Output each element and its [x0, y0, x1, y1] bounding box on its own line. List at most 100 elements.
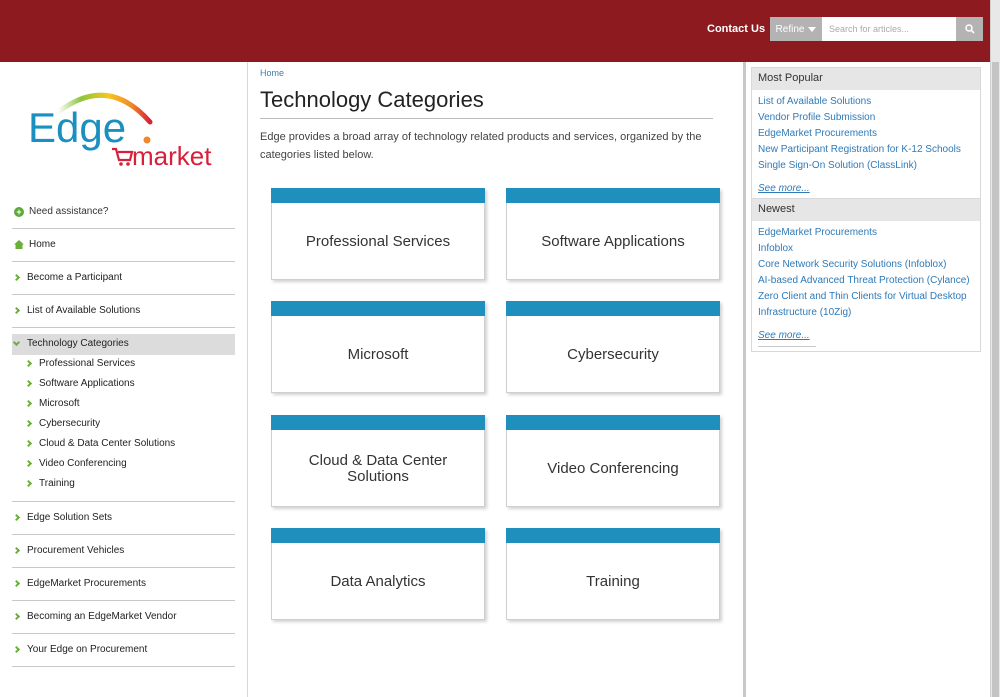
refine-dropdown-button[interactable]: Refine: [770, 17, 822, 41]
svg-text:Edge: Edge: [28, 104, 126, 151]
nav-divider: [12, 666, 235, 667]
chevron-right-icon: [24, 419, 33, 428]
list-item: EdgeMarket Procurements: [758, 126, 974, 142]
list-item: Single Sign-On Solution (ClassLink): [758, 158, 974, 174]
newest-heading: Newest: [752, 199, 980, 221]
tile-label: Cloud & Data Center Solutions: [308, 451, 448, 485]
tile-header-band: [271, 188, 485, 203]
sidebar-item-label: Edge Solution Sets: [27, 512, 113, 523]
caret-down-icon: [808, 26, 817, 32]
tile-header-band: [271, 415, 485, 430]
chevron-right-icon: [24, 479, 33, 488]
sidebar-item-technology-categories[interactable]: Technology Categories: [12, 338, 129, 349]
sidebar-subitem-label: Cloud & Data Center Solutions: [39, 438, 176, 449]
sidebar-item-label: Technology Categories: [27, 338, 129, 349]
nav-divider: [12, 567, 235, 568]
newest-see-more-link[interactable]: See more...: [758, 330, 816, 347]
sidebar-item-becoming-vendor[interactable]: Becoming an EdgeMarket Vendor: [12, 611, 177, 622]
app-window: Contact Us Refine Search for articles...…: [0, 0, 1000, 697]
sidebar-item-become-participant[interactable]: Become a Participant: [12, 272, 123, 283]
list-item: Infoblox: [758, 241, 974, 257]
sidebar-item-label: Become a Participant: [27, 272, 123, 283]
tile-header-band: [271, 528, 485, 543]
category-tile-cybersecurity[interactable]: Cybersecurity: [506, 301, 720, 393]
sidebar-item-procurement-vehicles[interactable]: Procurement Vehicles: [12, 545, 125, 556]
chevron-right-icon: [12, 645, 21, 654]
sidebar-subitem-cloud-data-center[interactable]: Cloud & Data Center Solutions: [24, 438, 176, 449]
newest-link[interactable]: Zero Client and Thin Clients for Virtual…: [758, 291, 967, 318]
sidebar-subitem-video-conferencing[interactable]: Video Conferencing: [24, 458, 127, 469]
nav-divider: [12, 600, 235, 601]
page-scrollbar[interactable]: [990, 0, 1000, 697]
list-item: EdgeMarket Procurements: [758, 225, 974, 241]
sidebar-subitem-training[interactable]: Training: [24, 478, 75, 489]
newest-link[interactable]: Infoblox: [758, 243, 793, 254]
list-item: AI-based Advanced Threat Protection (Cyl…: [758, 273, 974, 289]
chevron-right-icon: [24, 399, 33, 408]
newest-link[interactable]: Core Network Security Solutions (Infoblo…: [758, 259, 946, 270]
top-header-bar: Contact Us Refine: [0, 0, 990, 62]
sidebar-subitem-software-applications[interactable]: Software Applications: [24, 378, 135, 389]
sidebar-subitem-professional-services[interactable]: Professional Services: [24, 358, 136, 369]
nav-divider: [12, 294, 235, 295]
home-icon: [14, 240, 24, 249]
list-item: Zero Client and Thin Clients for Virtual…: [758, 289, 974, 321]
search-icon: [964, 24, 975, 34]
sidebar-item-edgemarket-procurements[interactable]: EdgeMarket Procurements: [12, 578, 146, 589]
list-item: New Participant Registration for K-12 Sc…: [758, 142, 974, 158]
most-popular-panel: Most Popular List of Available Solutions…: [751, 67, 981, 205]
popular-link[interactable]: Single Sign-On Solution (ClassLink): [758, 160, 917, 171]
sidebar-subitem-label: Professional Services: [39, 358, 136, 369]
sidebar-item-your-edge-procurement[interactable]: Your Edge on Procurement: [12, 644, 148, 655]
intro-text: Edge provides a broad array of technolog…: [260, 131, 702, 161]
need-assistance-link[interactable]: + Need assistance?: [14, 206, 109, 217]
nav-divider: [12, 534, 235, 535]
category-tile-data-analytics[interactable]: Data Analytics: [271, 528, 485, 620]
category-tile-video-conferencing[interactable]: Video Conferencing: [506, 415, 720, 507]
newest-link[interactable]: AI-based Advanced Threat Protection (Cyl…: [758, 275, 970, 286]
sidebar-item-home[interactable]: Home: [14, 239, 56, 250]
search-input[interactable]: [822, 17, 956, 41]
sidebar-item-edge-solution-sets[interactable]: Edge Solution Sets: [12, 512, 113, 523]
tile-label: Data Analytics: [330, 572, 426, 590]
category-tile-training[interactable]: Training: [506, 528, 720, 620]
sidebar-subitem-label: Video Conferencing: [39, 458, 127, 469]
category-tile-professional-services[interactable]: Professional Services: [271, 188, 485, 280]
contact-us-link[interactable]: Contact Us: [707, 23, 765, 35]
chevron-right-icon: [24, 379, 33, 388]
chevron-right-icon: [12, 612, 21, 621]
sidebar-subitem-microsoft[interactable]: Microsoft: [24, 398, 80, 409]
sidebar-item-label: Your Edge on Procurement: [27, 644, 148, 655]
newest-link[interactable]: EdgeMarket Procurements: [758, 227, 877, 238]
tile-header-band: [506, 188, 720, 203]
popular-link[interactable]: New Participant Registration for K-12 Sc…: [758, 144, 961, 155]
sidebar-item-label: Procurement Vehicles: [27, 545, 125, 556]
tile-header-band: [506, 528, 720, 543]
breadcrumb-home-link[interactable]: Home: [260, 68, 284, 78]
category-tile-software-applications[interactable]: Software Applications: [506, 188, 720, 280]
sidebar-subitem-cybersecurity[interactable]: Cybersecurity: [24, 418, 100, 429]
newest-list: EdgeMarket Procurements Infoblox Core Ne…: [752, 221, 980, 325]
sidebar-item-available-solutions[interactable]: List of Available Solutions: [12, 305, 140, 316]
nav-divider: [12, 261, 235, 262]
need-assistance-label: Need assistance?: [29, 206, 109, 217]
nav-divider: [12, 633, 235, 634]
search-button[interactable]: [956, 17, 983, 41]
page-title: Technology Categories: [260, 87, 484, 112]
tile-header-band: [271, 301, 485, 316]
sidebar-subitem-label: Training: [39, 478, 75, 489]
nav-divider: [12, 501, 235, 502]
category-tile-cloud-data-center[interactable]: Cloud & Data Center Solutions: [271, 415, 485, 507]
chevron-right-icon: [24, 459, 33, 468]
sidebar-subitem-label: Microsoft: [39, 398, 80, 409]
chevron-right-icon: [12, 513, 21, 522]
chevron-right-icon: [12, 273, 21, 282]
sidebar-subitem-label: Software Applications: [39, 378, 135, 389]
popular-link[interactable]: EdgeMarket Procurements: [758, 128, 877, 139]
edgemarket-logo[interactable]: Edge market: [28, 82, 228, 172]
category-tile-microsoft[interactable]: Microsoft: [271, 301, 485, 393]
popular-link[interactable]: List of Available Solutions: [758, 96, 871, 107]
scrollbar-thumb[interactable]: [992, 62, 999, 697]
most-popular-heading: Most Popular: [752, 68, 980, 90]
popular-link[interactable]: Vendor Profile Submission: [758, 112, 875, 123]
